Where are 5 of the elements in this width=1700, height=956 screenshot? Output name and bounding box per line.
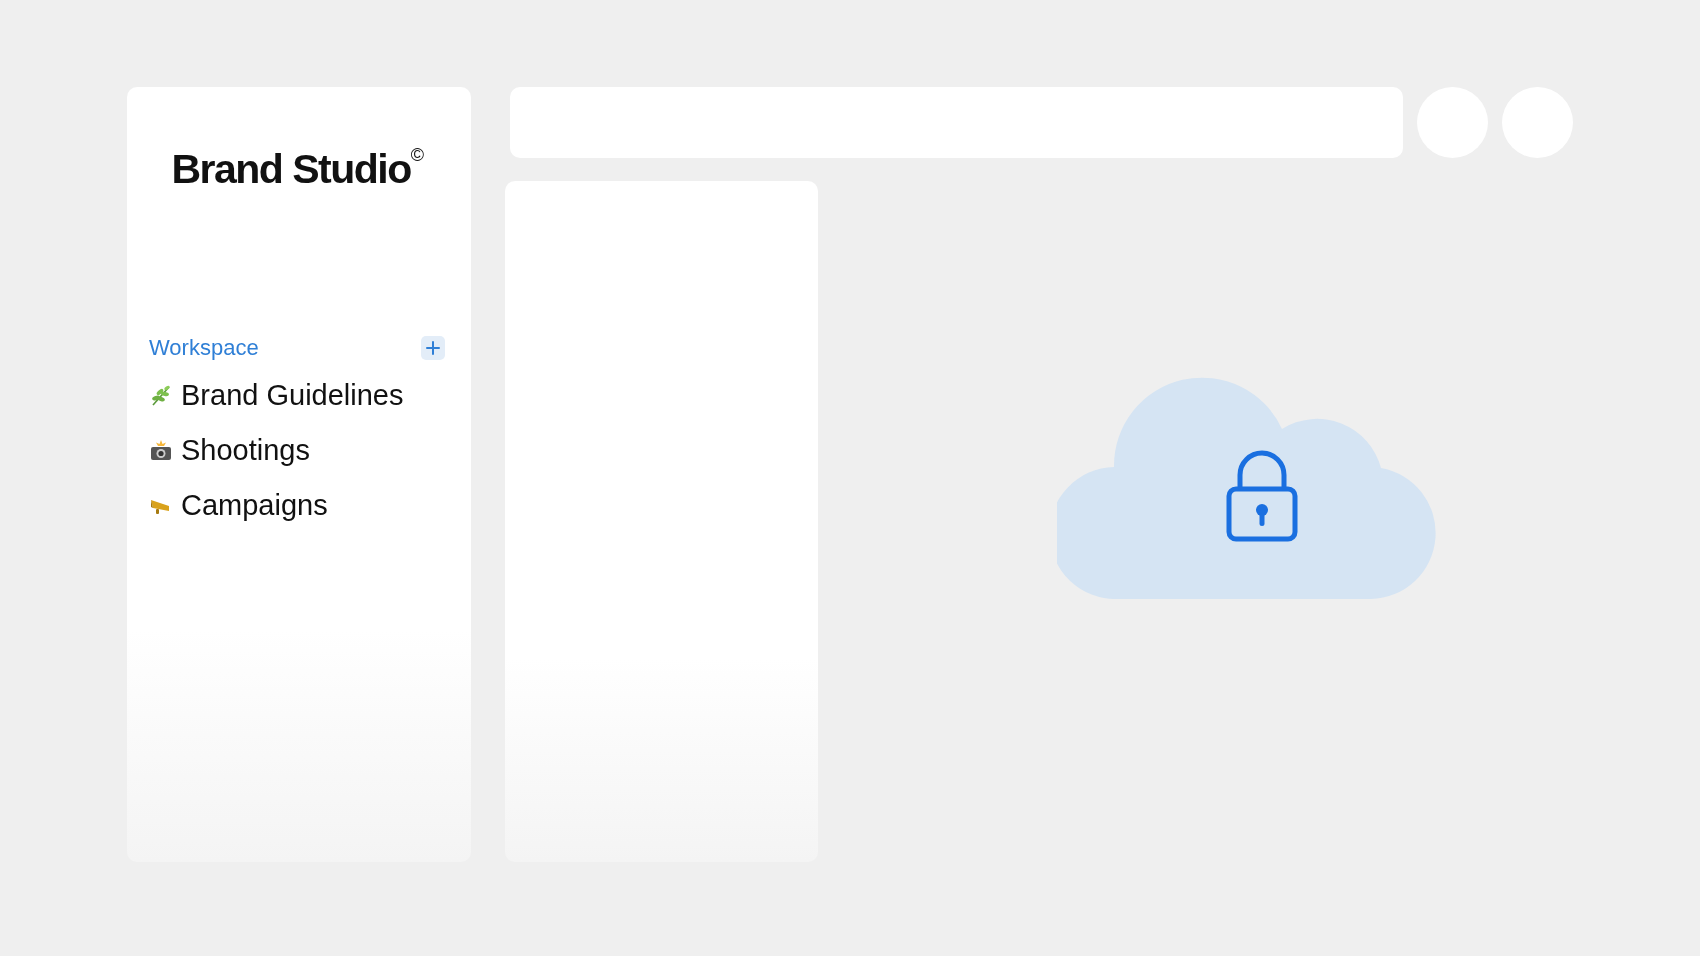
brand-logo: Brand Studio$^{©}$	[170, 145, 425, 193]
sidebar-item[interactable]: Campaigns	[149, 489, 445, 522]
section-label: Workspace	[149, 335, 259, 361]
sidebar-item[interactable]: Brand Guidelines	[149, 379, 445, 412]
sidebar-item[interactable]: Shootings	[149, 434, 445, 467]
